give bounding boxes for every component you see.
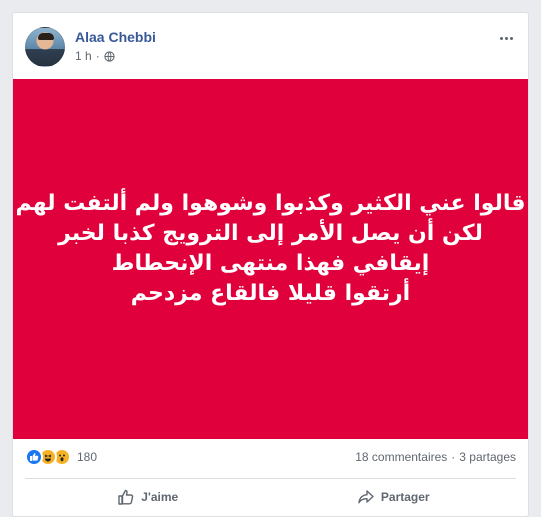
like-label: J'aime	[141, 490, 179, 504]
shares-count[interactable]: 3 partages	[459, 450, 516, 464]
post-text-line: لكن أن يصل الأمر إلى الترويج كذبا لخبر	[58, 221, 483, 246]
meta-separator: ·	[95, 49, 100, 63]
divider	[25, 478, 516, 479]
post-stats: 180 18 commentaires · 3 partages	[25, 443, 516, 471]
post-header: Alaa Chebbi 1 h ·	[25, 27, 516, 67]
author-name[interactable]: Alaa Chebbi	[75, 29, 156, 45]
like-icon	[25, 448, 43, 466]
comments-count[interactable]: 18 commentaires	[355, 450, 447, 464]
share-button[interactable]: Partager	[271, 481, 517, 513]
post-text-line: قالوا عني الكثير وكذبوا وشوهوا ولم ألتفت…	[15, 191, 526, 216]
thumbs-up-icon	[118, 489, 134, 505]
engagement-counts: 18 commentaires · 3 partages	[355, 450, 516, 464]
share-label: Partager	[380, 490, 430, 504]
post-text-line: إيقافي فهذا منتهى الإنحطاط	[111, 251, 430, 276]
action-bar: J'aime Partager	[25, 481, 516, 513]
post-text: قالوا عني الكثير وكذبوا وشوهوا ولم ألتفت…	[0, 189, 541, 309]
post-time[interactable]: 1 h	[75, 49, 92, 63]
globe-icon[interactable]	[104, 50, 115, 62]
post-background: قالوا عني الكثير وكذبوا وشوهوا ولم ألتفت…	[13, 79, 528, 439]
avatar[interactable]	[25, 27, 65, 67]
post-meta: 1 h ·	[75, 49, 115, 63]
share-arrow-icon	[358, 490, 374, 504]
reactions-summary[interactable]: 180	[25, 448, 97, 466]
reaction-count: 180	[77, 450, 98, 464]
post-text-line: أرتقوا قليلا فالقاع مزدحم	[130, 281, 411, 306]
more-options-icon[interactable]	[496, 31, 516, 45]
stats-separator: ·	[451, 450, 456, 464]
post-card: Alaa Chebbi 1 h · قالوا عني الكثير وكذبو…	[12, 12, 529, 517]
like-button[interactable]: J'aime	[25, 481, 271, 513]
